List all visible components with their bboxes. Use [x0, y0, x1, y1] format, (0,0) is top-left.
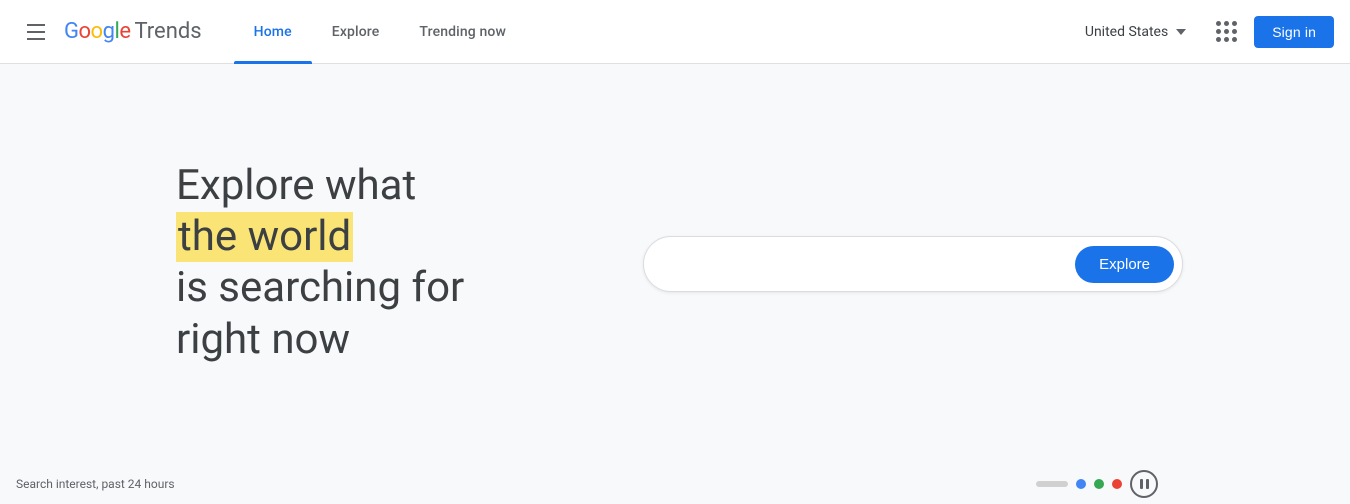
hero-line4: right now: [176, 314, 556, 367]
header-right: United States Sign in: [1073, 12, 1334, 52]
country-selector[interactable]: United States: [1073, 16, 1198, 48]
pause-bar-right: [1146, 479, 1149, 489]
header: Google Trends Home Explore Trending now …: [0, 0, 1350, 64]
main-content: Explore what the world is searching for …: [0, 64, 1350, 464]
dot-blue: [1076, 479, 1086, 489]
pause-button[interactable]: [1130, 470, 1158, 498]
google-logo: Google: [64, 19, 130, 44]
logo-o1: o: [79, 19, 91, 44]
logo[interactable]: Google Trends: [64, 19, 202, 44]
hero-text: Explore what the world is searching for …: [176, 161, 556, 367]
search-container: Explore: [643, 236, 1183, 292]
logo-g: G: [64, 19, 79, 44]
apps-grid: [1216, 21, 1237, 42]
country-label: United States: [1085, 24, 1168, 40]
apps-icon[interactable]: [1206, 12, 1246, 52]
footer-text: Search interest, past 24 hours: [16, 477, 175, 491]
search-section: Explore: [556, 236, 1350, 292]
nav-trending-now[interactable]: Trending now: [399, 0, 526, 64]
dot-green: [1094, 479, 1104, 489]
logo-o2: o: [91, 19, 103, 44]
menu-icon[interactable]: [16, 12, 56, 52]
footer-indicators: [1036, 470, 1158, 498]
dot-red: [1112, 479, 1122, 489]
pause-bar-left: [1140, 479, 1143, 489]
hero-line1: Explore what: [176, 161, 556, 211]
nav-home[interactable]: Home: [234, 0, 312, 64]
hero-highlight: the world: [176, 212, 353, 262]
chevron-down-icon: [1176, 29, 1186, 35]
header-left: Google Trends Home Explore Trending now: [16, 0, 526, 64]
search-input[interactable]: [668, 255, 1075, 273]
hero-line3: is searching for: [176, 262, 556, 315]
nav-explore[interactable]: Explore: [312, 0, 400, 64]
explore-button[interactable]: Explore: [1075, 246, 1174, 283]
nav-links: Home Explore Trending now: [234, 0, 526, 64]
sign-in-button[interactable]: Sign in: [1254, 16, 1334, 48]
trends-label: Trends: [134, 19, 201, 44]
indicator-bar: [1036, 481, 1068, 487]
logo-e: e: [119, 19, 130, 44]
footer-bar: Search interest, past 24 hours: [0, 464, 1350, 504]
logo-g2: g: [103, 19, 115, 44]
